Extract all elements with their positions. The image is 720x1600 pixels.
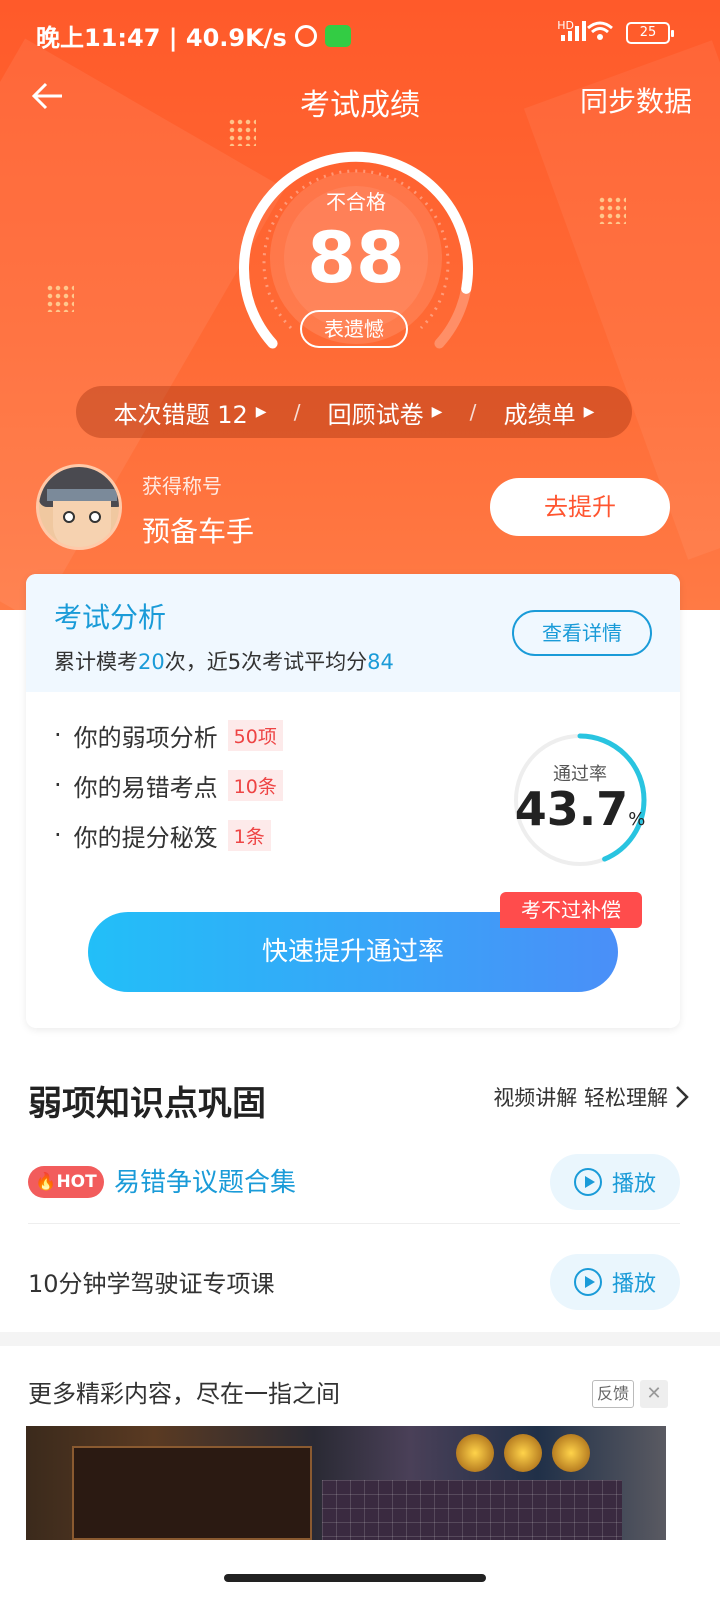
wechat-icon	[324, 24, 351, 47]
score-value: 88	[307, 217, 405, 299]
alarm-icon	[294, 24, 317, 47]
list-item[interactable]: 🔥HOT 易错争议题合集 播放	[28, 1144, 680, 1224]
wifi-icon	[586, 20, 614, 46]
dot-pattern	[46, 284, 74, 312]
report-card-link[interactable]: 成绩单 ▶	[504, 395, 595, 430]
compensation-badge: 考不过补偿	[500, 892, 642, 928]
title-label: 获得称号	[142, 474, 222, 498]
play-icon	[573, 1168, 602, 1196]
view-details-button[interactable]: 查看详情	[512, 610, 652, 656]
list-item[interactable]: · 你的提分秘笈 1条	[54, 810, 283, 860]
separator: /	[469, 400, 477, 424]
video-explain-link[interactable]: 视频讲解 轻松理解	[493, 1082, 690, 1112]
analysis-title: 考试分析	[54, 601, 167, 634]
score-status: 不合格	[326, 190, 386, 214]
battery-icon: 25	[626, 22, 674, 44]
avatar[interactable]	[36, 464, 122, 550]
review-paper-label: 回顾试卷	[327, 400, 424, 429]
separator: /	[293, 400, 301, 424]
video-explain-label: 视频讲解 轻松理解	[493, 1086, 668, 1110]
review-paper-link[interactable]: 回顾试卷 ▶	[328, 395, 443, 430]
triangle-right-icon: ▶	[583, 404, 595, 420]
section-divider	[0, 1332, 720, 1346]
time-speed-text: 晚上11:47 | 40.9K/s	[36, 24, 287, 52]
nav-bar: 考试成绩 同步数据	[0, 72, 720, 124]
section-title: 弱项知识点巩固	[28, 1084, 266, 1124]
course-title: 10分钟学驾驶证专项课	[28, 1270, 275, 1298]
dot-pattern	[598, 196, 626, 224]
hot-badge: 🔥HOT	[28, 1166, 104, 1198]
close-icon[interactable]: ✕	[640, 1380, 668, 1408]
title-value: 预备车手	[142, 515, 255, 548]
home-indicator[interactable]	[224, 1574, 486, 1582]
count-tag: 10条	[227, 769, 283, 801]
item-label: 你的弱项分析	[73, 723, 218, 752]
analysis-items: · 你的弱项分析 50项 · 你的易错考点 10条 · 你的提分秘笈 1条	[54, 710, 283, 860]
list-item[interactable]: · 你的易错考点 10条	[54, 760, 283, 810]
list-item[interactable]: 10分钟学驾驶证专项课 播放	[28, 1244, 680, 1324]
score-gauge: 不合格 88 表遗憾	[232, 138, 480, 368]
analysis-summary: 累计模考20次，近5次考试平均分84	[54, 650, 394, 674]
status-bar: 晚上11:47 | 40.9K/s HD 25	[0, 0, 720, 64]
item-label: 你的提分秘笈	[73, 823, 218, 852]
wrong-questions-link[interactable]: 本次错题 12 ▶	[114, 395, 267, 430]
count-tag: 1条	[227, 819, 271, 851]
wrong-questions-label: 本次错题 12	[113, 400, 248, 429]
analysis-header: 考试分析 累计模考20次，近5次考试平均分84 查看详情	[26, 574, 680, 692]
network-label: HD	[557, 18, 574, 32]
pass-rate-ring: 通过率 43.7%	[510, 730, 650, 870]
pass-rate-value: 43.7%	[514, 782, 646, 836]
triangle-right-icon: ▶	[431, 404, 443, 420]
average-score: 84	[367, 650, 394, 674]
report-card-label: 成绩单	[503, 400, 576, 429]
flame-icon: 🔥	[35, 1172, 57, 1192]
exam-analysis-card: 考试分析 累计模考20次，近5次考试平均分84 查看详情 · 你的弱项分析 50…	[26, 574, 680, 1028]
feedback-button[interactable]: 反馈	[592, 1380, 634, 1408]
ad-banner-image[interactable]	[26, 1426, 666, 1540]
item-label: 你的易错考点	[73, 773, 218, 802]
course-title: 易错争议题合集	[114, 1168, 297, 1198]
chevron-right-icon	[676, 1086, 689, 1108]
count-tag: 50项	[227, 719, 283, 751]
list-item[interactable]: · 你的弱项分析 50项	[54, 710, 283, 760]
improve-button[interactable]: 去提升	[490, 478, 670, 536]
play-icon	[573, 1268, 602, 1296]
play-button[interactable]: 播放	[550, 1254, 680, 1310]
play-button[interactable]: 播放	[550, 1154, 680, 1210]
quick-links-bar: 本次错题 12 ▶ / 回顾试卷 ▶ / 成绩单 ▶	[76, 386, 632, 438]
sync-data-button[interactable]: 同步数据	[580, 80, 692, 120]
exam-count: 20	[138, 650, 165, 674]
triangle-right-icon: ▶	[255, 404, 267, 420]
ad-title: 更多精彩内容，尽在一指之间	[28, 1380, 340, 1408]
regret-button[interactable]: 表遗憾	[300, 310, 408, 348]
